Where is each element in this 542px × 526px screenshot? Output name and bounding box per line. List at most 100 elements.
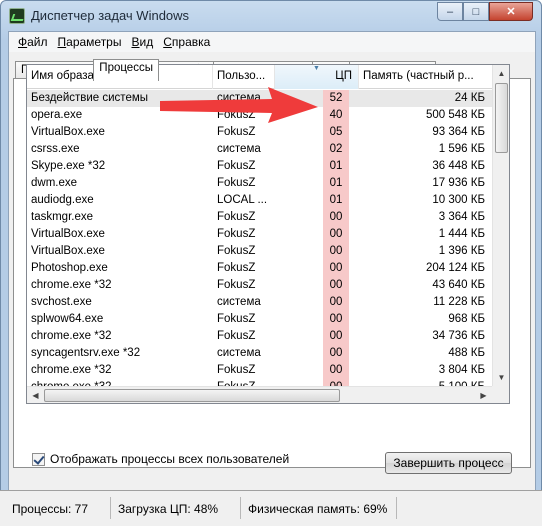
process-cpu: 00 bbox=[275, 345, 359, 362]
process-name: audiodg.exe bbox=[31, 194, 94, 206]
horizontal-scroll-thumb[interactable] bbox=[44, 389, 340, 402]
process-row[interactable]: syncagentsrv.exe *32 система 00 488 КБ bbox=[27, 345, 493, 362]
maximize-icon: □ bbox=[472, 5, 480, 18]
process-row[interactable]: Skype.exe *32 FokusZ 01 36 448 КБ bbox=[27, 158, 493, 175]
process-row[interactable]: splwow64.exe FokusZ 00 968 КБ bbox=[27, 311, 493, 328]
process-memory: 3 364 КБ bbox=[438, 211, 485, 223]
menu-label: ид bbox=[139, 35, 154, 49]
process-row[interactable]: VirtualBox.exe FokusZ 00 1 444 КБ bbox=[27, 226, 493, 243]
cpu-value: 00 bbox=[323, 243, 349, 260]
process-name: Skype.exe *32 bbox=[31, 160, 106, 172]
process-name: chrome.exe *32 bbox=[31, 330, 112, 342]
process-row[interactable]: Photoshop.exe FokusZ 00 204 124 КБ bbox=[27, 260, 493, 277]
process-cpu: 01 bbox=[275, 175, 359, 192]
title-bar[interactable]: Диспетчер задач Windows – □ ✕ bbox=[1, 1, 541, 31]
cpu-value: 00 bbox=[323, 362, 349, 379]
scroll-right-icon[interactable]: ▶ bbox=[475, 387, 492, 403]
process-row[interactable]: taskmgr.exe FokusZ 00 3 364 КБ bbox=[27, 209, 493, 226]
menu-label: правка bbox=[171, 35, 211, 49]
process-user: FokusZ bbox=[217, 126, 256, 138]
horizontal-scrollbar[interactable]: ◀ ▶ bbox=[27, 386, 509, 403]
process-name: VirtualBox.exe bbox=[31, 228, 105, 240]
status-processes: Процессы: 77 bbox=[12, 502, 89, 516]
process-memory: 10 300 КБ bbox=[432, 194, 485, 206]
cpu-value: 00 bbox=[323, 226, 349, 243]
process-cpu: 00 bbox=[275, 328, 359, 345]
process-name: splwow64.exe bbox=[31, 313, 104, 325]
process-memory: 1 396 КБ bbox=[438, 245, 485, 257]
menu-item-1[interactable]: Параметры bbox=[53, 35, 127, 49]
close-button[interactable]: ✕ bbox=[489, 2, 533, 21]
menu-item-0[interactable]: Файл bbox=[13, 35, 53, 49]
menu-accelerator: Ф bbox=[18, 35, 28, 49]
menu-label: айл bbox=[27, 35, 48, 49]
process-memory: 17 936 КБ bbox=[432, 177, 485, 189]
process-memory: 3 804 КБ bbox=[438, 364, 485, 376]
process-cpu: 00 bbox=[275, 311, 359, 328]
process-user: FokusZ bbox=[217, 313, 256, 325]
end-process-button[interactable]: Завершить процесс bbox=[385, 452, 512, 474]
process-user: FokusZ bbox=[217, 245, 256, 257]
show-all-users-checkbox[interactable] bbox=[32, 452, 45, 466]
show-all-users-option[interactable]: Отображать процессы всех пользователей bbox=[32, 452, 289, 466]
cpu-value: 01 bbox=[323, 158, 349, 175]
menu-accelerator: В bbox=[131, 35, 140, 49]
process-name: VirtualBox.exe bbox=[31, 126, 105, 138]
minimize-button[interactable]: – bbox=[437, 2, 463, 21]
window-title: Диспетчер задач Windows bbox=[31, 8, 190, 23]
menu-item-3[interactable]: Справка bbox=[158, 35, 215, 49]
scroll-left-icon[interactable]: ◀ bbox=[27, 387, 44, 403]
process-name: chrome.exe *32 bbox=[31, 279, 112, 291]
tab-1[interactable]: Процессы bbox=[93, 59, 159, 81]
process-memory: 500 548 КБ bbox=[425, 109, 485, 121]
column-memory[interactable]: Память (частный р... bbox=[359, 65, 493, 89]
cpu-value: 00 bbox=[323, 328, 349, 345]
window-controls: – □ ✕ bbox=[437, 2, 533, 21]
process-cpu: 00 bbox=[275, 209, 359, 226]
process-memory: 93 364 КБ bbox=[432, 126, 485, 138]
process-cpu: 05 bbox=[275, 124, 359, 141]
process-row[interactable]: audiodg.exe LOCAL ... 01 10 300 КБ bbox=[27, 192, 493, 209]
cpu-value: 00 bbox=[323, 311, 349, 328]
cpu-value: 40 bbox=[323, 107, 349, 124]
process-user: FokusZ bbox=[217, 211, 256, 223]
vertical-scrollbar[interactable]: ▲ ▼ bbox=[492, 65, 509, 386]
cpu-value: 52 bbox=[323, 90, 349, 107]
process-row[interactable]: chrome.exe *32 FokusZ 00 34 736 КБ bbox=[27, 328, 493, 345]
status-cpu: Загрузка ЦП: 48% bbox=[118, 502, 219, 516]
process-row[interactable]: chrome.exe *32 FokusZ 00 3 804 КБ bbox=[27, 362, 493, 379]
status-divider bbox=[240, 497, 241, 519]
minimize-icon: – bbox=[446, 5, 454, 18]
process-memory: 36 448 КБ bbox=[432, 160, 485, 172]
menu-accelerator: С bbox=[163, 35, 172, 49]
process-row[interactable]: chrome.exe *32 FokusZ 00 43 640 КБ bbox=[27, 277, 493, 294]
menu-item-2[interactable]: Вид bbox=[126, 35, 158, 49]
cpu-value: 00 bbox=[323, 260, 349, 277]
maximize-button[interactable]: □ bbox=[463, 2, 489, 21]
process-row[interactable]: csrss.exe система 02 1 596 КБ bbox=[27, 141, 493, 158]
scroll-corner bbox=[492, 386, 509, 403]
cpu-value: 01 bbox=[323, 192, 349, 209]
process-cpu: 00 bbox=[275, 226, 359, 243]
process-memory: 968 КБ bbox=[448, 313, 485, 325]
status-divider bbox=[110, 497, 111, 519]
sort-descending-icon: ▼ bbox=[313, 65, 320, 72]
process-row[interactable]: VirtualBox.exe FokusZ 00 1 396 КБ bbox=[27, 243, 493, 260]
process-memory: 488 КБ bbox=[448, 347, 485, 359]
process-row[interactable]: VirtualBox.exe FokusZ 05 93 364 КБ bbox=[27, 124, 493, 141]
cpu-value: 00 bbox=[323, 209, 349, 226]
scroll-down-icon[interactable]: ▼ bbox=[493, 369, 509, 386]
process-cpu: 00 bbox=[275, 362, 359, 379]
process-name: chrome.exe *32 bbox=[31, 364, 112, 376]
process-row[interactable]: svchost.exe система 00 11 228 КБ bbox=[27, 294, 493, 311]
process-cpu: 02 bbox=[275, 141, 359, 158]
process-row[interactable]: dwm.exe FokusZ 01 17 936 КБ bbox=[27, 175, 493, 192]
process-user: FokusZ bbox=[217, 160, 256, 172]
process-user: FokusZ bbox=[217, 228, 256, 240]
process-cpu: 00 bbox=[275, 294, 359, 311]
process-memory: 11 228 КБ bbox=[433, 296, 485, 308]
process-user: FokusZ bbox=[217, 330, 256, 342]
scroll-up-icon[interactable]: ▲ bbox=[493, 65, 509, 82]
vertical-scroll-thumb[interactable] bbox=[495, 83, 508, 153]
column-cpu-label: ЦП bbox=[335, 70, 352, 82]
